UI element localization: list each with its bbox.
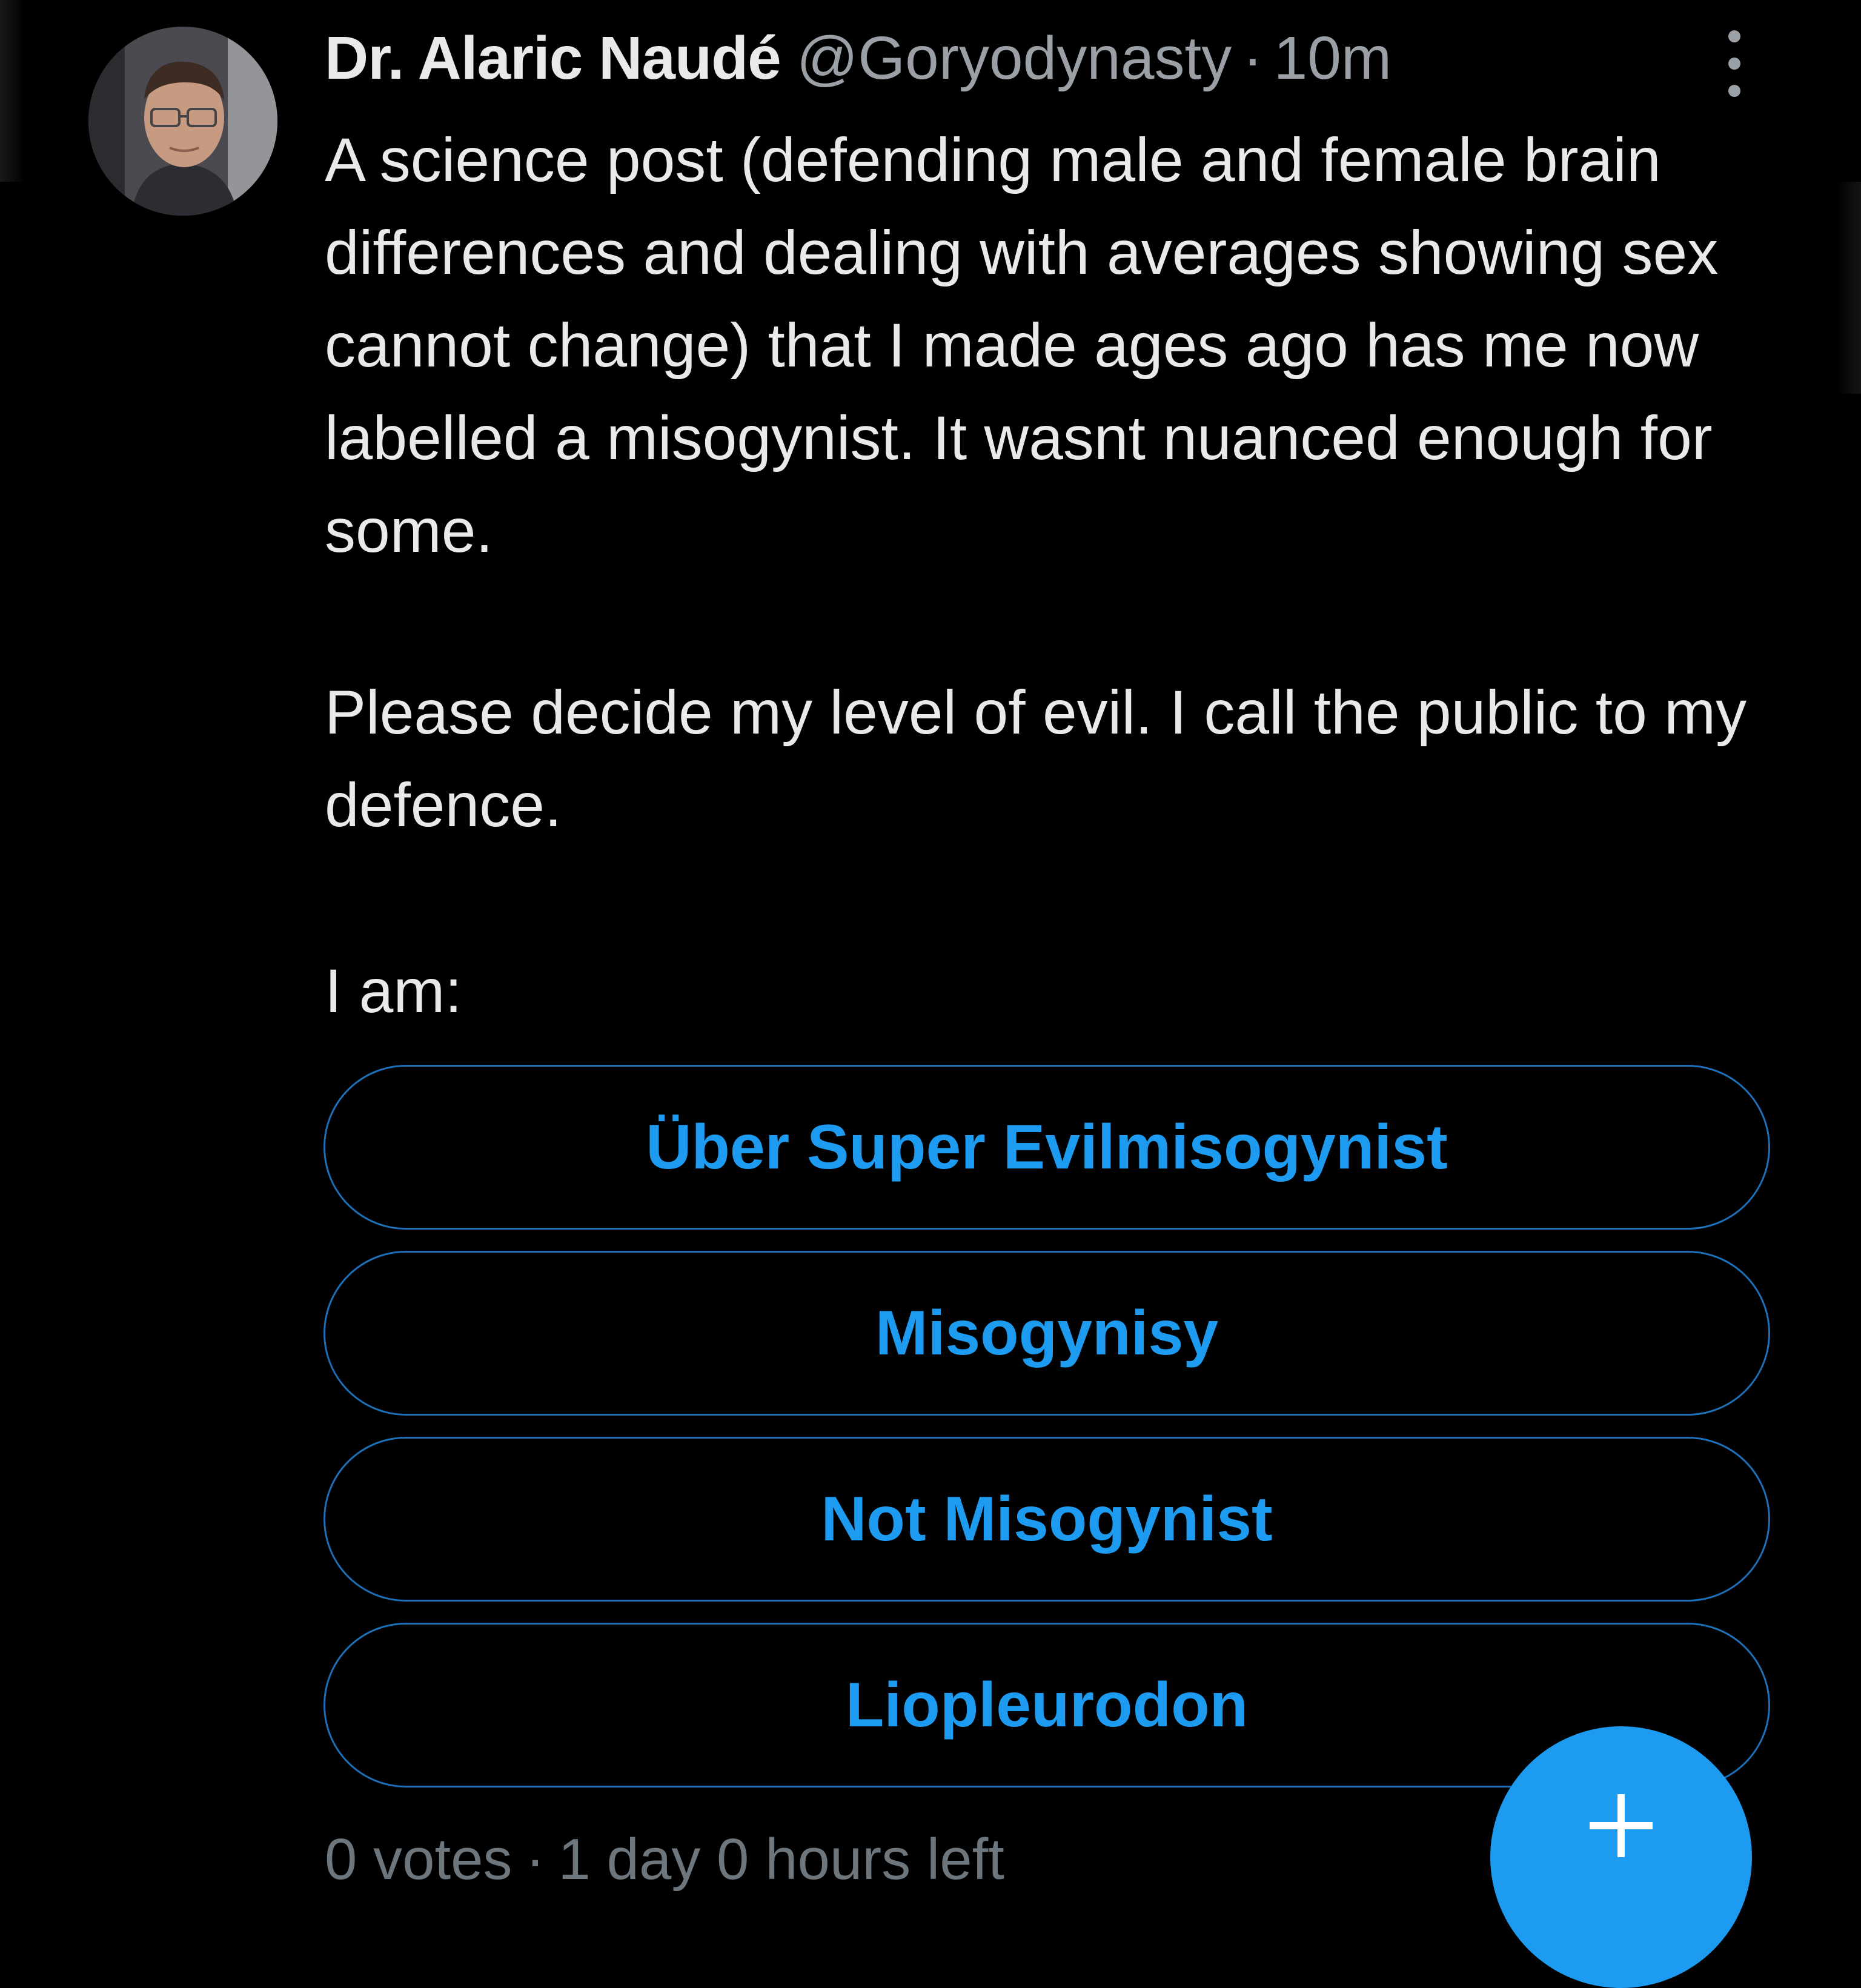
poll-meta-separator: · bbox=[525, 1827, 545, 1892]
poll-option-1[interactable]: Über Super Evilmisogynist bbox=[323, 1065, 1770, 1230]
plus-icon bbox=[1590, 1794, 1653, 1857]
poll-option-label: Über Super Evilmisogynist bbox=[646, 1112, 1448, 1182]
poll-option-3[interactable]: Not Misogynist bbox=[323, 1437, 1770, 1602]
post-body-paragraph-1: A science post (defending male and femal… bbox=[325, 125, 1719, 565]
post-timestamp[interactable]: 10m bbox=[1274, 22, 1392, 94]
poll-votes-count: 0 votes bbox=[325, 1827, 513, 1892]
post-body-paragraph-2: Please decide my level of evil. I call t… bbox=[325, 678, 1747, 840]
author-handle[interactable]: @Goryodynasty bbox=[797, 22, 1232, 94]
poll-time-left: 1 day 0 hours left bbox=[558, 1827, 1004, 1892]
more-options-button[interactable] bbox=[1713, 30, 1756, 97]
left-edge-shade bbox=[0, 0, 24, 182]
poll-option-label: Liopleurodon bbox=[845, 1669, 1249, 1740]
header-separator: · bbox=[1242, 24, 1263, 92]
more-vertical-icon-dot bbox=[1728, 85, 1740, 97]
poll-option-label: Misogynisy bbox=[875, 1297, 1219, 1368]
compose-post-button[interactable] bbox=[1490, 1726, 1752, 1988]
avatar-image bbox=[88, 27, 277, 216]
author-name[interactable]: Dr. Alaric Naudé bbox=[325, 22, 781, 94]
poll-option-label: Not Misogynist bbox=[821, 1483, 1273, 1554]
poll-meta: 0 votes · 1 day 0 hours left bbox=[325, 1823, 1004, 1896]
right-edge-shade bbox=[1837, 182, 1861, 394]
post-header: Dr. Alaric Naudé @Goryodynasty · 10m bbox=[325, 22, 1392, 94]
avatar[interactable] bbox=[88, 27, 277, 216]
more-vertical-icon bbox=[1728, 30, 1740, 42]
post-body-paragraph-3: I am: bbox=[325, 956, 462, 1025]
more-vertical-icon-dot bbox=[1728, 58, 1740, 70]
poll-option-2[interactable]: Misogynisy bbox=[323, 1251, 1770, 1416]
